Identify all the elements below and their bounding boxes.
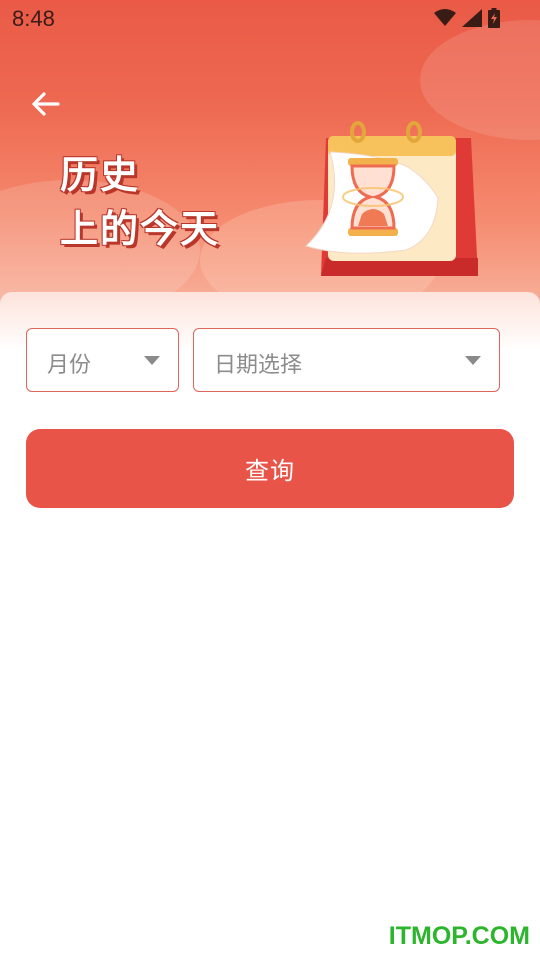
caret-down-icon [144,356,160,365]
arrow-left-icon [32,92,60,116]
battery-charging-icon [488,8,500,28]
header-banner: 8:48 历史 上的今天 [0,0,540,310]
wifi-icon [434,9,456,26]
month-select-label: 月份 [47,353,92,378]
watermark-logo: ITMOP.COM [388,922,530,950]
date-select[interactable]: 日期选择 [193,328,500,392]
status-time: 8:48 [12,6,55,31]
banner-title-line-1: 历史 [60,153,141,197]
status-icons [434,8,500,28]
date-select-label: 日期选择 [214,353,303,378]
banner-title-line-2: 上的今天 [60,207,221,251]
back-button[interactable] [28,86,64,122]
month-select[interactable]: 月份 [26,328,179,392]
query-button-label: 查询 [245,457,295,485]
status-bar: 8:48 [0,0,540,38]
caret-down-icon [465,356,481,365]
query-button[interactable]: 查询 [26,429,514,508]
banner-title: 历史 上的今天 [60,148,220,256]
query-card: 月份 日期选择 查询 [0,292,540,960]
calendar-hourglass-illustration [305,121,478,276]
signal-icon [462,9,482,27]
